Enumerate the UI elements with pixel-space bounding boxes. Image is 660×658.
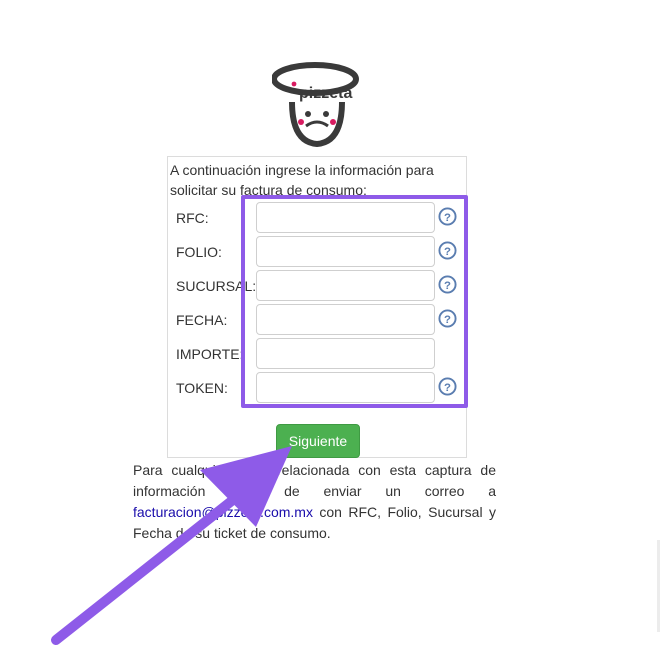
folio-input[interactable] bbox=[256, 236, 435, 267]
svg-text:?: ? bbox=[444, 246, 451, 258]
svg-text:?: ? bbox=[444, 314, 451, 326]
rfc-label: RFC: bbox=[176, 210, 209, 226]
pizzeta-logo: pizzeta bbox=[272, 62, 359, 148]
svg-text:?: ? bbox=[444, 382, 451, 394]
rfc-input[interactable] bbox=[256, 202, 435, 233]
fecha-help-icon[interactable]: ? bbox=[438, 309, 457, 328]
contact-note: Para cualquier duda relacionada con esta… bbox=[133, 460, 496, 544]
svg-text:?: ? bbox=[444, 212, 451, 224]
fecha-label: FECHA: bbox=[176, 312, 228, 328]
token-help-icon[interactable]: ? bbox=[438, 377, 457, 396]
folio-label: FOLIO: bbox=[176, 244, 222, 260]
note-text-start: Para cualquier duda relacionada con esta… bbox=[133, 462, 496, 499]
support-email-link[interactable]: facturacion@pizzeta.com.mx bbox=[133, 504, 313, 520]
logo-text: pizzeta bbox=[299, 85, 352, 102]
token-label: TOKEN: bbox=[176, 380, 228, 396]
importe-label: IMPORTE: bbox=[176, 346, 244, 362]
form-intro-text: A continuación ingrese la información pa… bbox=[170, 162, 434, 198]
fecha-input[interactable] bbox=[256, 304, 435, 335]
token-input[interactable] bbox=[256, 372, 435, 403]
svg-text:?: ? bbox=[444, 280, 451, 292]
sucursal-help-icon[interactable]: ? bbox=[438, 275, 457, 294]
folio-help-icon[interactable]: ? bbox=[438, 241, 457, 260]
sucursal-label: SUCURSAL: bbox=[176, 278, 257, 294]
siguiente-button[interactable]: Siguiente bbox=[276, 424, 360, 458]
importe-input[interactable] bbox=[256, 338, 435, 369]
rfc-help-icon[interactable]: ? bbox=[438, 207, 457, 226]
sucursal-input[interactable] bbox=[256, 270, 435, 301]
